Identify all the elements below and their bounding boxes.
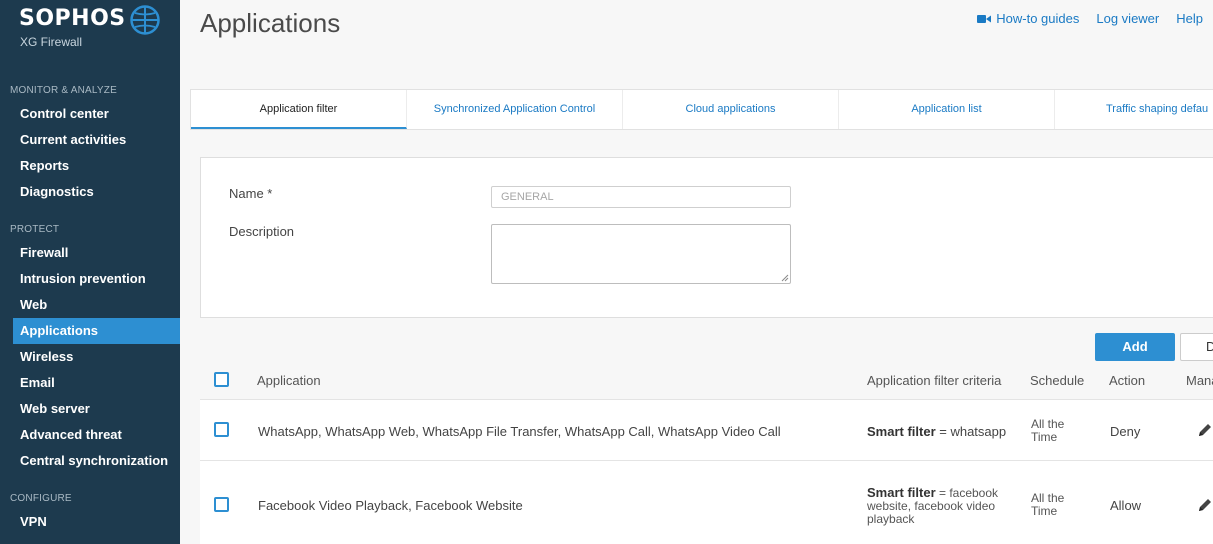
criteria-key: Smart filter: [867, 424, 936, 439]
sidebar-item-control-center[interactable]: Control center: [13, 101, 180, 127]
section-protect: PROTECT: [10, 224, 60, 235]
row-filter-criteria: Smart filter = facebook website, faceboo…: [867, 486, 1017, 526]
page-title: Applications: [200, 8, 341, 38]
criteria-key: Smart filter: [867, 485, 936, 500]
section-configure: CONFIGURE: [10, 493, 72, 504]
filter-form: Name * GENERAL Description: [200, 157, 1213, 318]
section-monitor-analyze: MONITOR & ANALYZE: [10, 85, 117, 96]
help-link[interactable]: Help: [1176, 11, 1203, 26]
delete-button[interactable]: D: [1180, 333, 1213, 361]
row-schedule: All the Time: [1031, 417, 1065, 444]
row-checkbox[interactable]: [214, 497, 229, 512]
row-checkbox[interactable]: [214, 422, 229, 437]
sidebar-item-advanced-threat[interactable]: Advanced threat: [13, 422, 180, 448]
row-action: Allow: [1110, 498, 1142, 513]
sidebar-item-diagnostics[interactable]: Diagnostics: [13, 179, 180, 205]
resize-grip-icon[interactable]: [781, 274, 789, 282]
sidebar-item-web[interactable]: Web: [13, 292, 180, 318]
column-header-schedule[interactable]: Schedule: [1030, 373, 1084, 388]
sidebar-item-email[interactable]: Email: [13, 370, 180, 396]
row-action: Deny: [1110, 424, 1141, 439]
criteria-value: = whatsapp: [935, 424, 1007, 439]
row-filter-criteria: Smart filter = whatsapp: [867, 424, 1006, 439]
table-row[interactable]: WhatsApp, WhatsApp Web, WhatsApp File Tr…: [200, 399, 1213, 461]
column-header-application[interactable]: Application: [257, 373, 321, 388]
tab-synchronized-application-control[interactable]: Synchronized Application Control: [407, 90, 623, 129]
column-header-action[interactable]: Action: [1109, 373, 1145, 388]
edit-pencil-icon[interactable]: [1196, 421, 1213, 439]
description-textarea[interactable]: [491, 224, 791, 284]
top-links: How-to guides Log viewer Help: [977, 11, 1203, 26]
column-header-manage[interactable]: Mana: [1186, 373, 1213, 388]
sidebar: SOPHOS XG Firewall MONITOR & ANALYZE Con…: [0, 0, 180, 544]
tab-application-filter[interactable]: Application filter: [191, 90, 407, 129]
sophos-logo[interactable]: SOPHOS XG Firewall: [19, 6, 126, 49]
row-application: Facebook Video Playback, Facebook Websit…: [258, 498, 523, 513]
product-name: XG Firewall: [20, 35, 83, 49]
howto-guides-link[interactable]: How-to guides: [977, 11, 1079, 26]
sidebar-item-central-synchronization[interactable]: Central synchronization: [13, 448, 180, 474]
table-row[interactable]: Facebook Video Playback, Facebook Websit…: [200, 460, 1213, 544]
brand-name: SOPHOS: [19, 6, 126, 31]
log-viewer-link[interactable]: Log viewer: [1096, 11, 1159, 26]
howto-guides-label: How-to guides: [996, 11, 1080, 26]
sidebar-item-reports[interactable]: Reports: [13, 153, 180, 179]
sidebar-item-current-activities[interactable]: Current activities: [13, 127, 180, 153]
row-application: WhatsApp, WhatsApp Web, WhatsApp File Tr…: [258, 424, 781, 439]
add-button[interactable]: Add: [1095, 333, 1175, 361]
column-header-filter-criteria[interactable]: Application filter criteria: [867, 373, 1001, 388]
name-input[interactable]: GENERAL: [491, 186, 791, 208]
sidebar-item-intrusion-prevention[interactable]: Intrusion prevention: [13, 266, 180, 292]
tab-cloud-applications[interactable]: Cloud applications: [623, 90, 839, 129]
sidebar-item-web-server[interactable]: Web server: [13, 396, 180, 422]
tab-traffic-shaping-default[interactable]: Traffic shaping defau: [1055, 90, 1213, 129]
name-label: Name *: [229, 186, 273, 201]
sidebar-item-applications[interactable]: Applications: [13, 318, 180, 344]
description-label: Description: [229, 224, 295, 239]
sidebar-item-firewall[interactable]: Firewall: [13, 240, 180, 266]
tab-application-list[interactable]: Application list: [839, 90, 1055, 129]
row-schedule: All the Time: [1031, 491, 1065, 518]
video-camera-icon: [977, 14, 992, 23]
globe-icon: [130, 5, 160, 35]
sidebar-item-wireless[interactable]: Wireless: [13, 344, 180, 370]
tab-bar: Application filter Synchronized Applicat…: [190, 89, 1213, 130]
select-all-checkbox[interactable]: [214, 372, 229, 387]
edit-pencil-icon[interactable]: [1196, 496, 1213, 514]
sidebar-item-vpn[interactable]: VPN: [13, 509, 180, 535]
